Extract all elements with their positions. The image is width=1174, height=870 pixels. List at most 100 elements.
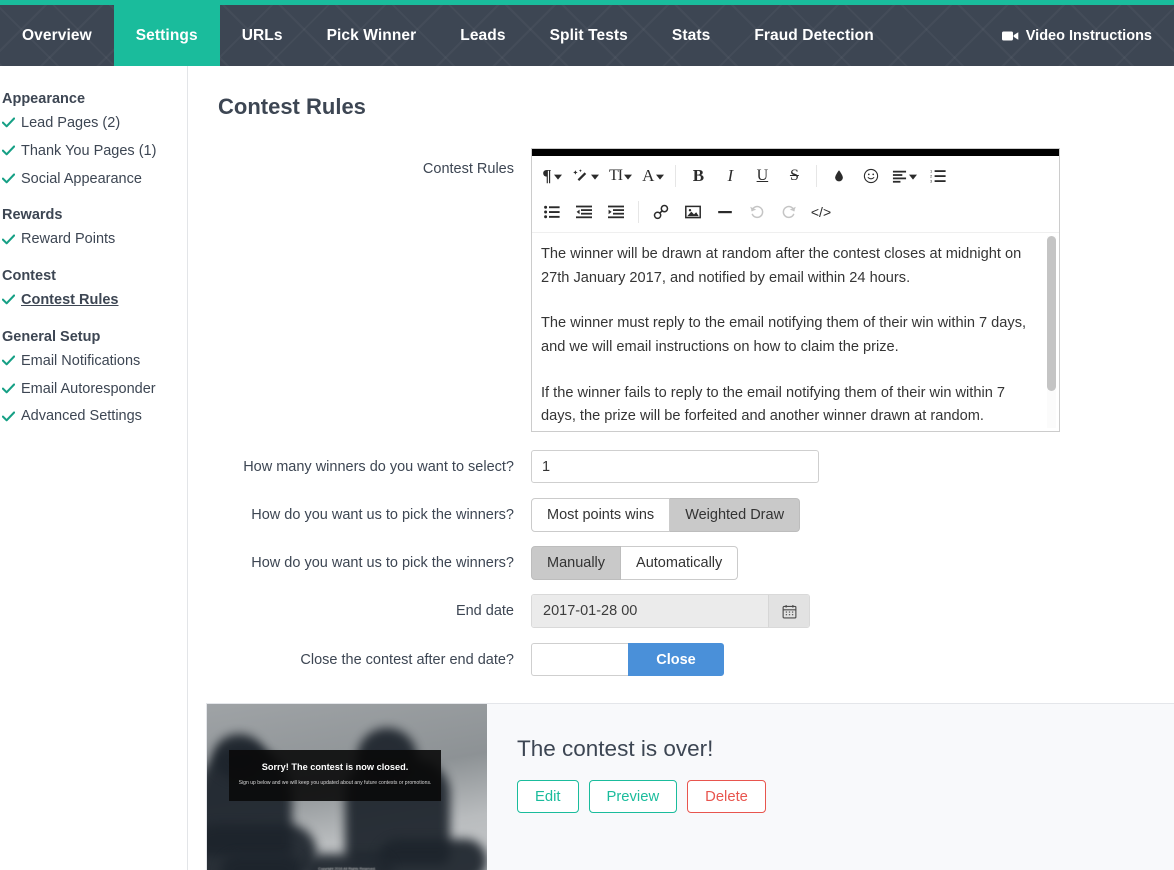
nav-tab-split-tests[interactable]: Split Tests [528,5,650,66]
contest-card-actions: Edit Preview Delete [517,780,1174,813]
chevron-down-icon [553,173,562,182]
winners-count-label: How many winners do you want to select? [243,459,514,475]
outdent-icon[interactable] [568,196,600,228]
video-instructions-link[interactable]: Video Instructions [1001,5,1174,66]
editor-content[interactable]: The winner will be drawn at random after… [532,233,1059,431]
video-camera-icon [1001,30,1019,42]
paragraph-style-icon[interactable] [568,160,604,192]
pick-method-option-weighted-draw[interactable]: Weighted Draw [670,498,801,532]
delete-button[interactable]: Delete [687,780,766,813]
close-after-input[interactable] [531,643,628,676]
horizontal-rule-icon[interactable] [709,196,741,228]
nav-tab-label: Settings [135,26,198,44]
align-icon[interactable] [887,160,922,192]
pick-timing-option-manually[interactable]: Manually [531,546,622,580]
editor-top-accent-bar [532,149,1059,156]
end-date-row: End date 2017-01-28 00 [218,594,1174,628]
pick-method-control: Most points wins Weighted Draw [531,498,1174,532]
sidebar-item-advanced-settings[interactable]: Advanced Settings [0,403,187,431]
end-date-input[interactable]: 2017-01-28 00 [532,595,768,627]
winners-count-row: How many winners do you want to select? … [218,450,1174,483]
close-after-label: Close the contest after end date? [300,652,514,668]
nav-tab-list: Overview Settings URLs Pick Winner Leads Spli… [0,5,896,66]
pick-method-toggle-group[interactable]: Most points wins Weighted Draw [531,498,801,532]
sidebar-group-title-contest: Contest [2,268,56,284]
toolbar-separator [675,165,677,187]
nav-tab-label: URLs [241,26,283,44]
nav-tab-overview[interactable]: Overview [0,5,114,66]
editor-scrollbar-thumb[interactable] [1047,236,1056,391]
pick-method-label: How do you want us to pick the winners? [251,507,514,523]
nav-tab-label: Pick Winner [326,26,417,44]
contest-rules-label: Contest Rules [422,161,514,177]
font-family-icon[interactable]: A [637,160,669,192]
nav-tab-fraud-detection[interactable]: Fraud Detection [732,5,895,66]
contest-rules-control: ¶ TI A B I U S 1 2 3 </> The winner will be drawn… [531,148,1174,432]
nav-tab-urls[interactable]: URLs [220,5,305,66]
calendar-icon[interactable] [768,595,809,627]
sidebar-item-thank-you-pages-1[interactable]: Thank You Pages (1) [0,138,187,166]
editor-body[interactable]: The winner will be drawn at random after… [532,233,1059,431]
sidebar-group-title-rewards: Rewards [2,207,63,224]
nav-tab-pick-winner[interactable]: Pick Winner [305,5,439,66]
sidebar-item-social-appearance[interactable]: Social Appearance [0,166,187,194]
sidebar-group-title-appearance: Appearance [2,91,86,107]
code-view-icon[interactable]: </> [805,196,837,228]
nav-tab-label: Fraud Detection [754,26,874,44]
strikethrough-icon[interactable]: S [778,160,810,192]
nav-tab-settings[interactable]: Settings [113,5,220,66]
italic-icon[interactable]: I [714,160,746,192]
edit-button[interactable]: Edit [517,780,579,813]
sidebar-item-email-autoresponder[interactable]: Email Autoresponder [0,376,187,404]
settings-sidebar: Appearance Lead Pages (2) Thank You Pages … [0,66,188,870]
pick-timing-label: How do you want us to pick the winners? [251,555,514,571]
sidebar-item-email-notifications[interactable]: Email Notifications [0,348,187,376]
unordered-list-icon[interactable] [536,196,568,228]
bold-icon[interactable]: B [682,160,714,192]
paragraph-format-icon[interactable]: ¶ [536,160,568,192]
check-icon [1,117,16,130]
sidebar-item-reward-points[interactable]: Reward Points [0,226,187,254]
chevron-down-icon [656,173,665,182]
emoticon-icon[interactable] [855,160,887,192]
sidebar-item-lead-pages-2[interactable]: Lead Pages (2) [0,110,187,138]
sidebar-item-label: Advanced Settings [21,408,142,425]
indent-icon[interactable] [600,196,632,228]
end-date-field-wrapper[interactable]: 2017-01-28 00 [531,594,810,628]
pick-timing-option-automatically[interactable]: Automatically [621,546,739,580]
nav-tab-leads[interactable]: Leads [438,5,527,66]
page-title: Contest Rules [218,94,366,119]
text-color-icon[interactable] [823,160,855,192]
winners-count-input[interactable]: 1 [531,450,819,483]
main-content: Contest Rules Contest Rules ¶ TI A B I U S 1 2 3 … [188,66,1174,870]
nav-tab-stats[interactable]: Stats [650,5,732,66]
insert-link-icon[interactable] [645,196,677,228]
chevron-down-icon [624,173,633,182]
contest-thumbnail[interactable]: Sorry! The contest is now closed. Sign u… [207,704,487,870]
rich-text-editor[interactable]: ¶ TI A B I U S 1 2 3 </> The winner will be drawn… [531,148,1060,432]
sidebar-item-contest-rules[interactable]: Contest Rules [0,287,187,315]
check-icon [1,173,16,186]
editor-toolbar: ¶ TI A B I U S 1 2 3 </> [532,156,1059,233]
sidebar-item-label: Reward Points [21,231,116,248]
preview-button[interactable]: Preview [588,780,678,813]
pick-method-option-most-points-wins[interactable]: Most points wins [531,498,671,532]
end-date-label: End date [455,603,514,619]
underline-icon[interactable]: U [746,160,778,192]
thumbnail-overlay: Sorry! The contest is now closed. Sign u… [229,750,441,801]
ordered-list-icon[interactable]: 123 [922,160,954,192]
nav-tab-label: Stats [671,26,711,44]
close-contest-button[interactable]: Close [628,643,724,676]
pick-timing-row: How do you want us to pick the winners? … [218,546,1174,580]
editor-paragraph: The winner will be drawn at random after… [541,246,1022,286]
contest-over-heading: The contest is over! [517,736,714,761]
check-icon [1,383,16,396]
sidebar-item-label: Thank You Pages (1) [21,142,157,159]
pick-timing-toggle-group[interactable]: Manually Automatically [531,546,739,580]
font-size-icon[interactable]: TI [604,160,637,192]
chevron-down-icon [591,173,599,182]
thumbnail-subtitle: Sign up below and we will keep you updat… [238,780,432,787]
nav-tab-label: Split Tests [549,26,628,44]
insert-image-icon[interactable] [677,196,709,228]
check-icon [1,234,16,247]
